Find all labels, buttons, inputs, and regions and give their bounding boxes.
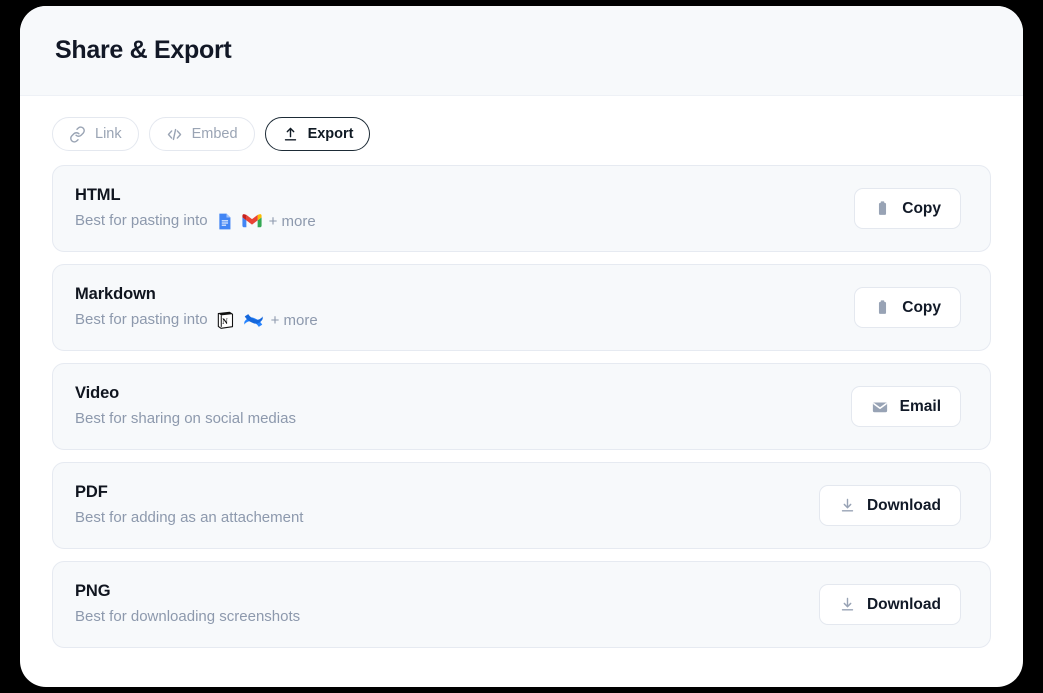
tab-link[interactable]: Link [52,117,139,151]
envelope-icon [871,398,889,416]
row-title: HTML [75,186,121,204]
more-label: + more [270,311,318,329]
export-options-list: HTML Best for pasting into + more Copy M… [20,165,1023,687]
row-subtitle-text: Best for sharing on social medias [75,410,296,427]
google-docs-icon [215,212,234,231]
tab-link-label: Link [95,126,122,142]
app-icon-group: N [215,310,264,331]
row-title: Markdown [75,284,156,303]
download-button-label: Download [866,496,941,514]
row-text-png: PNG Best for downloading screenshots [75,582,300,627]
copy-button-label: Copy [902,298,941,316]
row-subtitle: Best for pasting into + more [75,211,316,231]
gmail-icon [241,211,262,231]
download-button-label: Download [866,595,941,613]
code-icon [166,126,183,143]
row-text-video: Video Best for sharing on social medias [75,384,296,429]
clipboard-icon [874,200,891,217]
download-button[interactable]: Download [818,485,961,526]
copy-button-label: Copy [902,199,941,217]
row-title: Video [75,384,120,402]
row-subtitle: Best for downloading screenshots [75,607,300,627]
tab-embed[interactable]: Embed [148,117,255,151]
upload-icon [282,126,299,143]
page-title: Share & Export [55,36,232,64]
table-row[interactable]: PDF Best for adding as an attachement Do… [52,462,991,549]
row-text-pdf: PDF Best for adding as an attachement [75,483,303,528]
download-icon [839,497,856,514]
table-row[interactable]: PNG Best for downloading screenshots Dow… [52,561,991,648]
download-button[interactable]: Download [818,584,961,625]
copy-button[interactable]: Copy [854,188,961,229]
download-icon [839,596,856,613]
row-subtitle: Best for adding as an attachement [75,508,303,528]
row-subtitle: Best for sharing on social medias [75,409,296,429]
clipboard-icon [874,299,891,316]
tab-bar: Link Embed Export [20,96,1023,165]
row-subtitle: Best for pasting into N + more [75,310,318,331]
copy-button[interactable]: Copy [854,287,961,328]
confluence-icon [243,310,264,331]
tab-export[interactable]: Export [264,117,371,151]
table-row[interactable]: Markdown Best for pasting into N + more … [52,264,991,351]
tab-export-label: Export [307,126,354,142]
svg-text:N: N [222,317,228,326]
row-subtitle-text: Best for pasting into [75,212,208,229]
row-subtitle-text: Best for downloading screenshots [75,608,301,625]
link-icon [69,125,86,143]
row-text-markdown: Markdown Best for pasting into N + more [75,285,318,331]
table-row[interactable]: HTML Best for pasting into + more Copy [52,165,991,252]
share-export-panel: Share & Export Link Embed Export HTML Be… [20,6,1023,687]
more-label: + more [268,212,316,230]
row-title: PDF [75,483,108,501]
row-text-html: HTML Best for pasting into + more [75,186,316,231]
table-row[interactable]: Video Best for sharing on social medias … [52,363,991,450]
email-button[interactable]: Email [850,386,961,427]
notion-icon: N [215,310,235,330]
row-title: PNG [75,582,111,600]
app-icon-group [215,211,262,231]
row-subtitle-text: Best for adding as an attachement [75,509,304,526]
email-button-label: Email [899,397,941,415]
row-subtitle-text: Best for pasting into [75,311,208,328]
panel-header: Share & Export [20,6,1023,96]
tab-embed-label: Embed [191,126,238,142]
